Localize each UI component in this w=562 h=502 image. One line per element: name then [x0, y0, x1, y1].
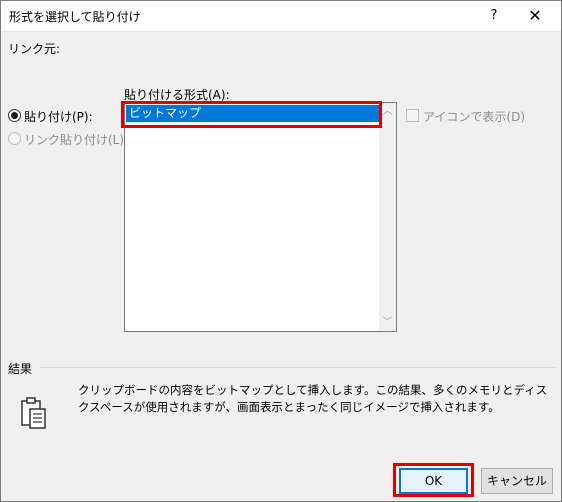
cancel-button[interactable]: キャンセル: [481, 468, 553, 494]
dialog-title: 形式を選択して貼り付け: [9, 10, 141, 24]
title-bar: 形式を選択して貼り付け ? ✕: [0, 0, 562, 32]
close-button[interactable]: ✕: [515, 4, 555, 28]
help-button[interactable]: ?: [478, 4, 510, 28]
result-divider: [40, 367, 555, 368]
chevron-up-icon[interactable]: ︿: [379, 103, 396, 120]
paste-format-listbox[interactable]: ビットマップ ︿ ﹀: [124, 102, 397, 332]
display-as-icon-checkbox[interactable]: [406, 109, 419, 122]
ok-button[interactable]: OK: [399, 468, 468, 494]
result-heading: 結果: [8, 362, 33, 376]
display-as-icon-label[interactable]: アイコンで表示(D): [423, 108, 525, 125]
link-paste-radio[interactable]: [8, 132, 21, 145]
paste-format-label: 貼り付ける形式(A):: [124, 88, 230, 102]
paste-radio-label[interactable]: 貼り付け(P):: [24, 108, 93, 125]
list-item-bitmap[interactable]: ビットマップ: [126, 105, 380, 122]
source-label: リンク元:: [8, 42, 61, 56]
result-description: クリップボードの内容をビットマップとして挿入します。この結果、多くのメモリとディ…: [78, 383, 548, 414]
link-paste-radio-label[interactable]: リンク貼り付け(L):: [24, 131, 128, 148]
clipboard-paste-icon: [21, 397, 46, 429]
vertical-scrollbar[interactable]: ︿ ﹀: [379, 103, 396, 331]
chevron-down-icon[interactable]: ﹀: [379, 314, 396, 331]
paste-radio[interactable]: [8, 109, 21, 122]
